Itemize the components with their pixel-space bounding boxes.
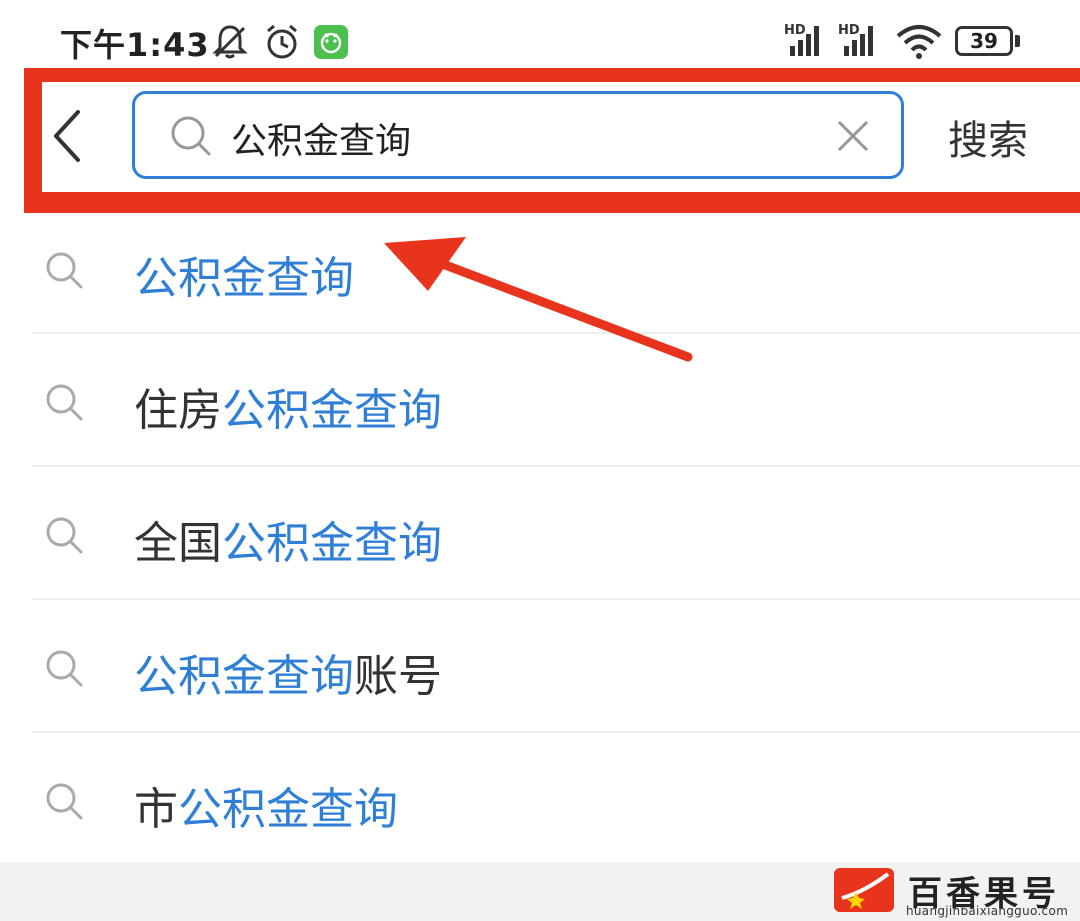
close-icon[interactable] xyxy=(835,118,871,154)
suggestion-match: 公积金查询 xyxy=(134,253,354,304)
search-icon xyxy=(46,783,83,820)
status-bar: 下午1:43 HD HD 39 xyxy=(0,0,1080,70)
suggestion-match: 公积金查询 xyxy=(222,518,442,569)
search-icon xyxy=(46,517,83,554)
suggestion-item[interactable]: 全国公积金查询 xyxy=(0,471,1080,603)
suggestion-label: 市公积金查询 xyxy=(134,773,398,837)
suggestion-label: 公积金查询 xyxy=(134,242,354,306)
suggestion-match: 公积金查询 xyxy=(222,385,442,436)
suggestion-label: 全国公积金查询 xyxy=(134,507,442,571)
suggestion-prefix: 市 xyxy=(134,784,178,835)
divider xyxy=(32,731,1080,733)
suggestion-label: 住房公积金查询 xyxy=(134,374,442,438)
svg-text:HD: HD xyxy=(784,23,806,38)
battery-tip xyxy=(1015,35,1020,47)
watermark-url: huangjinbaixiangguo.com xyxy=(906,904,1069,918)
app-notification-icon xyxy=(314,25,348,59)
search-icon xyxy=(46,252,83,289)
search-input[interactable]: 公积金查询 xyxy=(132,91,904,179)
suggestion-prefix: 全国 xyxy=(134,518,222,569)
red-arrow-annotation xyxy=(384,237,693,362)
suggestion-item[interactable]: 公积金查询账号 xyxy=(0,604,1080,736)
suggestion-match: 公积金查询 xyxy=(178,784,398,835)
svg-text:HD: HD xyxy=(838,23,860,38)
suggestion-item[interactable]: 市公积金查询 xyxy=(0,737,1080,869)
hd-signal-icon: HD xyxy=(784,23,819,56)
search-icon xyxy=(46,384,83,421)
suggestion-match: 公积金查询 xyxy=(134,651,354,702)
search-input-value: 公积金查询 xyxy=(231,121,412,162)
chevron-left-icon xyxy=(54,110,80,162)
status-time: 下午1:43 xyxy=(60,26,210,64)
battery-icon: 39 xyxy=(955,26,1013,56)
search-button[interactable]: 搜索 xyxy=(948,108,1028,166)
wifi-icon xyxy=(896,25,942,59)
mute-bell-icon xyxy=(212,25,248,59)
suggestion-suffix: 账号 xyxy=(354,651,442,702)
search-icon xyxy=(171,116,211,156)
watermark-logo xyxy=(834,868,894,912)
divider xyxy=(32,465,1080,467)
hd-signal-icon: HD xyxy=(838,23,873,56)
suggestion-prefix: 住房 xyxy=(134,385,222,436)
suggestion-label: 公积金查询账号 xyxy=(134,640,442,704)
divider xyxy=(32,598,1080,600)
battery-level: 39 xyxy=(970,29,998,53)
search-icon xyxy=(46,650,83,687)
back-button[interactable] xyxy=(48,106,88,166)
alarm-icon xyxy=(267,24,297,59)
